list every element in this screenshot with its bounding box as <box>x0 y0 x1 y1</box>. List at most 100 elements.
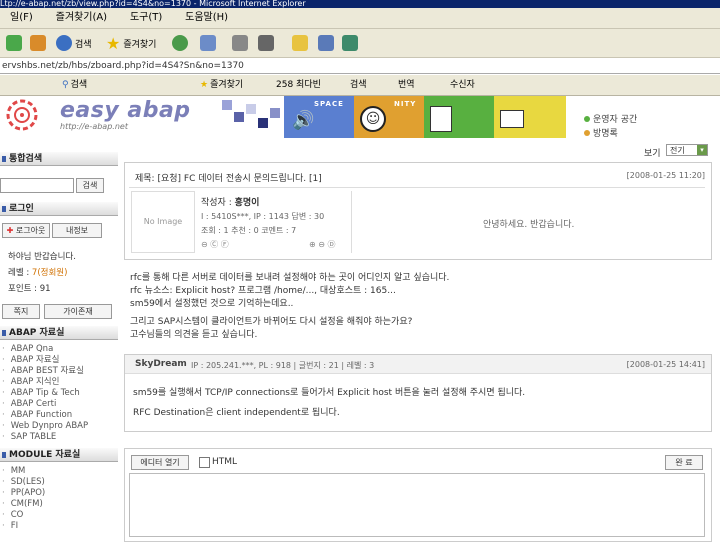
level-value: 7(정회원) <box>31 268 68 278</box>
my-info-button[interactable]: 내정보 <box>52 223 102 238</box>
discuss-button[interactable] <box>292 33 308 53</box>
nav-book[interactable] <box>424 96 494 138</box>
admin-space-label: 운영자 공간 <box>593 115 638 125</box>
nav-community[interactable]: NITY ☺ <box>354 96 424 138</box>
site-logo[interactable]: easy abap <box>60 98 191 123</box>
decor-square <box>234 112 244 122</box>
copy-icon[interactable]: Ⓒ <box>210 240 218 249</box>
links-favorites-label: 즐겨찾기 <box>210 80 244 90</box>
search-icon: ⚲ <box>62 80 69 90</box>
comment-panel: SkyDream IP : 205.241.***, PL : 918 | 글번… <box>124 354 712 432</box>
post-body-line: 고수님들의 의견을 듣고 싶습니다. <box>130 330 258 340</box>
greeting-text: 하야님 반갑습니다. <box>8 252 76 262</box>
sidebar-item-web-dynpro[interactable]: Web Dynpro ABAP <box>2 421 88 432</box>
links-favorites[interactable]: ★ 즐겨찾기 <box>200 78 243 92</box>
sidebar-item-abap-best[interactable]: ABAP BEST 자료실 <box>2 366 84 377</box>
author-greeting: 안녕하세요. 반갑습니다. <box>483 220 575 230</box>
print-button[interactable] <box>232 33 248 53</box>
download-icon[interactable]: Ⓓ <box>328 240 336 249</box>
comment-line: RFC Destination은 client independent로 됩니다… <box>133 408 340 418</box>
nav-space[interactable]: SPACE 🔊 <box>284 96 354 138</box>
comment-author[interactable]: SkyDream <box>135 359 187 369</box>
links-receiver[interactable]: 수신자 <box>450 78 475 92</box>
post-body-line: rfc 뉴소스: Explicit host? 프로그램 /home/..., … <box>130 286 396 296</box>
menu-favorites[interactable]: 즐겨찾기(A) <box>46 8 117 28</box>
sidebar-item-abap-certi[interactable]: ABAP Certi <box>2 399 57 410</box>
refresh-button[interactable] <box>6 33 22 53</box>
logout-button[interactable]: ✚ 로그아웃 <box>2 223 50 238</box>
sidebar-item-abap-qna[interactable]: ABAP Qna <box>2 344 54 355</box>
sidebar-item-sd[interactable]: SD(LES) <box>2 477 45 488</box>
memo-button[interactable]: 쪽지 <box>2 304 40 319</box>
window-title: Ltp://e-abap.net/zb/view.php?id=4S4&no=1… <box>0 0 720 8</box>
sidebar-item-cm[interactable]: CM(FM) <box>2 499 43 510</box>
menu-bar: 일(F) 즐겨찾기(A) 도구(T) 도움말(H) <box>0 8 720 29</box>
module-section-title: MODULE 자료실 <box>0 448 118 462</box>
book-icon <box>318 35 334 51</box>
messenger-button[interactable] <box>342 33 358 53</box>
book-icon <box>430 106 452 132</box>
view-select[interactable]: 전기 ▾ <box>666 144 708 156</box>
home-button[interactable] <box>30 33 46 53</box>
post-body-line: sm59에서 설정했던 것으로 기억하는데요.. <box>130 299 294 309</box>
author-name[interactable]: 홍명이 <box>235 198 260 208</box>
author-photo-placeholder: No Image <box>131 191 195 253</box>
author-actions: ⊖ Ⓒ Ⓕ <box>201 239 229 250</box>
reply-textarea[interactable] <box>129 473 705 537</box>
folder-icon <box>292 35 308 51</box>
sidebar-item-sap-table[interactable]: SAP TABLE <box>2 432 56 443</box>
nav-folder[interactable] <box>494 96 566 138</box>
links-translate-label: 번역 <box>398 80 415 90</box>
links-258[interactable]: 258 최다빈 <box>276 78 321 92</box>
level-info: 레벨 : 7(정회원) <box>8 266 67 278</box>
edit-button[interactable] <box>258 33 274 53</box>
admin-space-link[interactable]: 운영자 공간 <box>584 112 637 125</box>
sidebar-item-pp[interactable]: PP(APO) <box>2 488 46 499</box>
logo-spiral-icon <box>6 99 38 131</box>
sidebar-item-fi[interactable]: FI <box>2 521 18 532</box>
menu-file[interactable]: 일(F) <box>0 8 43 28</box>
add-icon[interactable]: ⊕ <box>309 240 316 249</box>
menu-help[interactable]: 도움말(H) <box>175 8 238 28</box>
home-icon <box>30 35 46 51</box>
links-search[interactable]: ⚲ 검색 <box>62 78 87 92</box>
open-editor-button[interactable]: 에디터 열기 <box>131 455 189 470</box>
sidebar-item-abap-function[interactable]: ABAP Function <box>2 410 72 421</box>
media-button[interactable] <box>172 33 188 53</box>
favorites-button[interactable]: ★ 즐겨찾기 <box>106 33 156 53</box>
address-bar[interactable]: ervshbs.net/zb/hbs/zboard.php?id=4S4?Sn&… <box>0 58 720 74</box>
browser-toolbar: 검색 ★ 즐겨찾기 <box>0 29 720 58</box>
html-label: HTML <box>212 457 238 467</box>
media-icon <box>172 35 188 51</box>
html-checkbox[interactable] <box>199 457 210 468</box>
my-posts-button[interactable]: 가이존재 <box>44 304 112 319</box>
favorites-label: 즐겨찾기 <box>123 39 157 50</box>
search-button[interactable]: 검색 <box>56 33 92 53</box>
guestbook-link[interactable]: 방명록 <box>584 126 618 139</box>
smiley-icon: ☺ <box>360 106 386 132</box>
submit-button[interactable]: 완 료 <box>665 455 703 470</box>
prev-icon[interactable]: ⊖ <box>201 240 208 249</box>
sidebar-search-button[interactable]: 검색 <box>76 178 104 193</box>
sidebar-item-mm[interactable]: MM <box>2 466 26 477</box>
sidebar-search-input[interactable] <box>0 178 74 193</box>
sidebar-item-abap-expert[interactable]: ABAP 지식인 <box>2 377 60 388</box>
minus-icon[interactable]: ⊖ <box>318 240 325 249</box>
flag-icon[interactable]: Ⓕ <box>221 240 229 249</box>
point-info: 포인트 : 91 <box>8 282 51 294</box>
links-search2[interactable]: 검색 <box>350 78 367 92</box>
mail-button[interactable] <box>200 33 216 53</box>
research-button[interactable] <box>318 33 334 53</box>
sidebar-item-abap-tip[interactable]: ABAP Tip & Tech <box>2 388 80 399</box>
decor-square <box>246 104 256 114</box>
refresh-icon <box>6 35 22 51</box>
folder-icon <box>500 110 524 128</box>
sidebar-item-co[interactable]: CO <box>2 510 24 521</box>
chevron-down-icon: ▾ <box>697 145 707 155</box>
my-info-label: 내정보 <box>65 226 89 235</box>
view-select-value: 전기 <box>670 146 685 155</box>
sidebar-item-abap-library[interactable]: ABAP 자료실 <box>2 355 60 366</box>
menu-tools[interactable]: 도구(T) <box>120 8 172 28</box>
author-line: 작성자 : 홍명이 <box>201 195 259 208</box>
links-translate[interactable]: 번역 <box>398 78 415 92</box>
